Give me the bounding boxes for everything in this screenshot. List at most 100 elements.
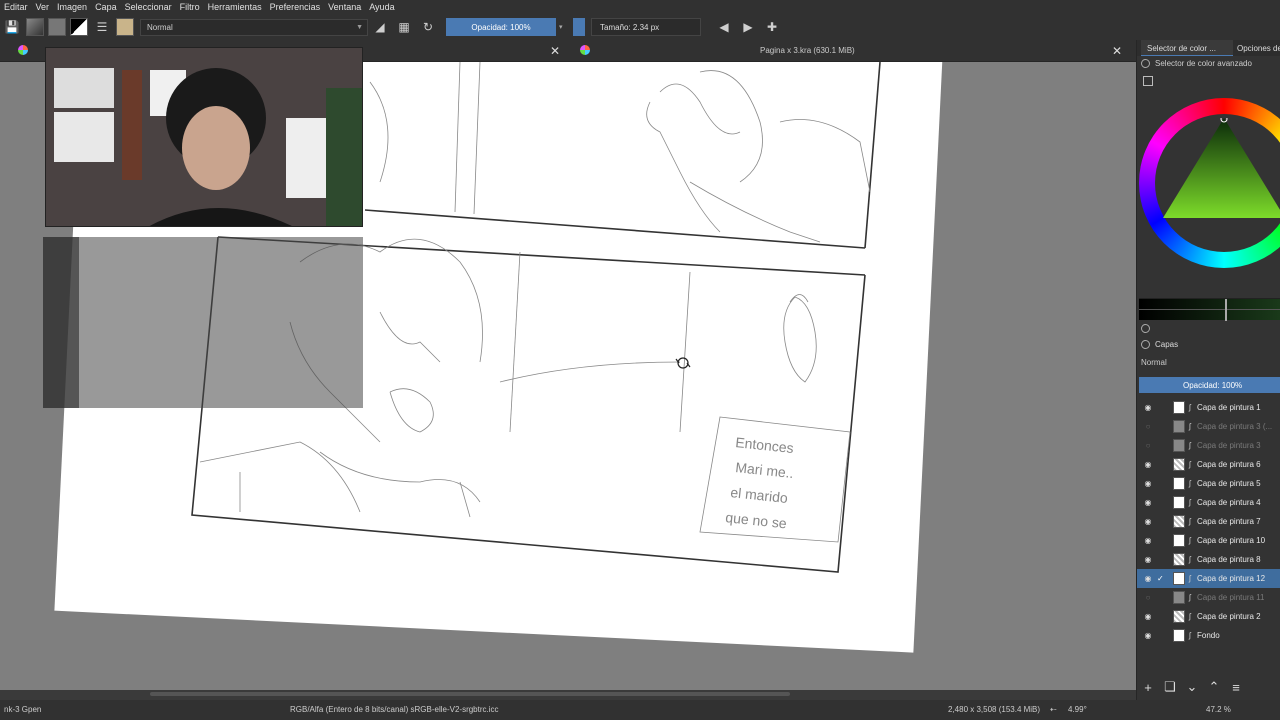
layer-thumbnail xyxy=(1173,534,1185,547)
reload-icon[interactable]: ↻ xyxy=(419,18,437,36)
layer-opacity-slider[interactable]: Opacidad: 100% xyxy=(1139,377,1280,393)
menu-bar: Editar Ver Imagen Capa Seleccionar Filtro Herr… xyxy=(0,0,1280,14)
settings-icon[interactable] xyxy=(1143,76,1153,86)
layer-thumbnail xyxy=(1173,458,1185,471)
eye-icon[interactable]: ◉ xyxy=(1143,631,1153,640)
save-icon[interactable]: 💾 xyxy=(3,18,21,36)
menu-editar[interactable]: Editar xyxy=(0,2,32,12)
layer-row[interactable]: ◉ ʃ Capa de pintura 10 xyxy=(1137,531,1280,550)
layer-row[interactable]: ◉ ʃ Capa de pintura 4 xyxy=(1137,493,1280,512)
layer-row[interactable]: ◉ ʃ Capa de pintura 6 xyxy=(1137,455,1280,474)
menu-herramientas[interactable]: Herramientas xyxy=(204,2,266,12)
size-slider[interactable]: Tamaño: 2.34 px xyxy=(591,18,701,36)
dock-tabs: Selector de color ... Opciones de xyxy=(1137,40,1280,56)
overlay-shade xyxy=(43,237,363,408)
layers-header: Capas xyxy=(1137,338,1280,354)
plus-icon[interactable]: + xyxy=(1137,680,1159,695)
close-icon[interactable]: ✕ xyxy=(1112,44,1122,58)
size-accent xyxy=(573,18,585,36)
duplicate-icon[interactable]: ❏ xyxy=(1159,679,1181,695)
eye-icon[interactable]: ◉ xyxy=(1143,612,1153,621)
eye-icon[interactable]: ○ xyxy=(1143,441,1153,450)
gradient-swatch[interactable] xyxy=(26,18,44,36)
refresh-icon[interactable] xyxy=(1141,324,1150,333)
eye-icon[interactable]: ◉ xyxy=(1143,555,1153,564)
menu-capa[interactable]: Capa xyxy=(91,2,121,12)
eye-icon[interactable]: ◉ xyxy=(1143,403,1153,412)
mirror-horizontal-icon[interactable]: ◀ xyxy=(715,18,733,36)
opacity-slider[interactable]: Opacidad: 100% xyxy=(446,18,556,36)
chevron-up-icon[interactable]: ⌃ xyxy=(1203,679,1225,695)
colorspace-info: RGB/Alfa (Entero de 8 bits/canal) sRGB-e… xyxy=(290,705,499,714)
eye-icon[interactable]: ○ xyxy=(1143,593,1153,602)
menu-icon[interactable]: ☰ xyxy=(93,18,111,36)
tab-options[interactable]: Opciones de xyxy=(1237,44,1280,53)
scrollbar-thumb[interactable] xyxy=(150,692,790,696)
layer-row[interactable]: ◉ ʃ Capa de pintura 1 xyxy=(1137,398,1280,417)
layer-row[interactable]: ○ ʃ Capa de pintura 3 xyxy=(1137,436,1280,455)
menu-ver[interactable]: Ver xyxy=(32,2,54,12)
opacity-spin[interactable]: ▾ xyxy=(559,23,567,31)
sketch-text: el marido xyxy=(730,484,789,506)
eye-icon[interactable]: ◉ xyxy=(1143,517,1153,526)
menu-filtro[interactable]: Filtro xyxy=(176,2,204,12)
layer-name: Capa de pintura 3 (... xyxy=(1197,422,1273,431)
menu-imagen[interactable]: Imagen xyxy=(53,2,91,12)
layer-row[interactable]: ◉ ✓ ʃ Capa de pintura 12 xyxy=(1137,569,1280,588)
eye-icon[interactable]: ◉ xyxy=(1143,479,1153,488)
menu-ventana[interactable]: Ventana xyxy=(324,2,365,12)
blend-mode-select[interactable]: Normal ▼ xyxy=(140,18,368,36)
pattern-swatch[interactable] xyxy=(48,18,66,36)
layer-row[interactable]: ○ ʃ Capa de pintura 3 (... xyxy=(1137,417,1280,436)
overlay-shade-edge xyxy=(43,237,79,408)
close-icon[interactable]: ✕ xyxy=(550,44,560,58)
layer-actions: + ❏ ⌄ ⌃ ≡ xyxy=(1137,676,1280,698)
eye-icon[interactable]: ◉ xyxy=(1143,536,1153,545)
layer-name: Capa de pintura 6 xyxy=(1197,460,1261,469)
layer-row[interactable]: ○ ʃ Capa de pintura 11 xyxy=(1137,588,1280,607)
layer-row[interactable]: ◉ ʃ Capa de pintura 7 xyxy=(1137,512,1280,531)
layer-thumbnail xyxy=(1173,515,1185,528)
blend-mode-value: Normal xyxy=(147,22,173,32)
chevron-down-icon[interactable]: ⌄ xyxy=(1181,679,1203,695)
layer-name: Capa de pintura 10 xyxy=(1197,536,1266,545)
menu-ayuda[interactable]: Ayuda xyxy=(365,2,398,12)
eye-icon[interactable]: ◉ xyxy=(1143,498,1153,507)
layers-panel-icon xyxy=(1141,340,1150,349)
eye-icon[interactable]: ○ xyxy=(1143,422,1153,431)
layer-row[interactable]: ◉ ʃ Capa de pintura 5 xyxy=(1137,474,1280,493)
layer-thumbnail xyxy=(1173,401,1185,414)
mirror-vertical-icon[interactable]: ▶ xyxy=(739,18,757,36)
brush-preset[interactable] xyxy=(116,18,134,36)
menu-icon[interactable]: ≡ xyxy=(1225,680,1247,695)
eye-icon[interactable]: ◉ xyxy=(1143,460,1153,469)
rotation-icon[interactable]: ⇠ xyxy=(1050,705,1057,714)
layer-name: Capa de pintura 1 xyxy=(1197,403,1261,412)
tab-color-selector[interactable]: Selector de color ... xyxy=(1141,40,1233,56)
rotation-value: 4.99° xyxy=(1068,705,1087,714)
saturation-triangle[interactable] xyxy=(1163,118,1280,228)
size-value: Tamaño: 2.34 px xyxy=(600,22,660,32)
color-selector-title: Selector de color avanzado xyxy=(1155,59,1252,68)
layer-thumbnail xyxy=(1173,496,1185,509)
alpha-lock-icon[interactable]: ▦ xyxy=(395,18,413,36)
canvas-scrollbar[interactable] xyxy=(0,690,1136,698)
layers-blend-mode[interactable]: Normal xyxy=(1141,358,1167,367)
layer-name: Capa de pintura 7 xyxy=(1197,517,1261,526)
layer-name: Capa de pintura 12 xyxy=(1197,574,1266,583)
paint-layer-icon: ʃ xyxy=(1189,555,1191,564)
wrap-icon[interactable]: ✚ xyxy=(763,18,781,36)
layer-row[interactable]: ◉ ʃ Fondo xyxy=(1137,626,1280,645)
layer-row[interactable]: ◉ ʃ Capa de pintura 2 xyxy=(1137,607,1280,626)
menu-preferencias[interactable]: Preferencias xyxy=(266,2,325,12)
rotate-cursor-icon xyxy=(675,357,691,369)
menu-seleccionar[interactable]: Seleccionar xyxy=(121,2,176,12)
layer-row[interactable]: ◉ ʃ Capa de pintura 8 xyxy=(1137,550,1280,569)
eraser-icon[interactable]: ◢ xyxy=(371,18,389,36)
layer-thumbnail xyxy=(1173,439,1185,452)
color-sliders[interactable] xyxy=(1139,298,1280,321)
layer-thumbnail xyxy=(1173,553,1185,566)
paint-layer-icon: ʃ xyxy=(1189,612,1191,621)
eye-icon[interactable]: ◉ xyxy=(1143,574,1153,583)
color-swap[interactable] xyxy=(70,18,88,36)
